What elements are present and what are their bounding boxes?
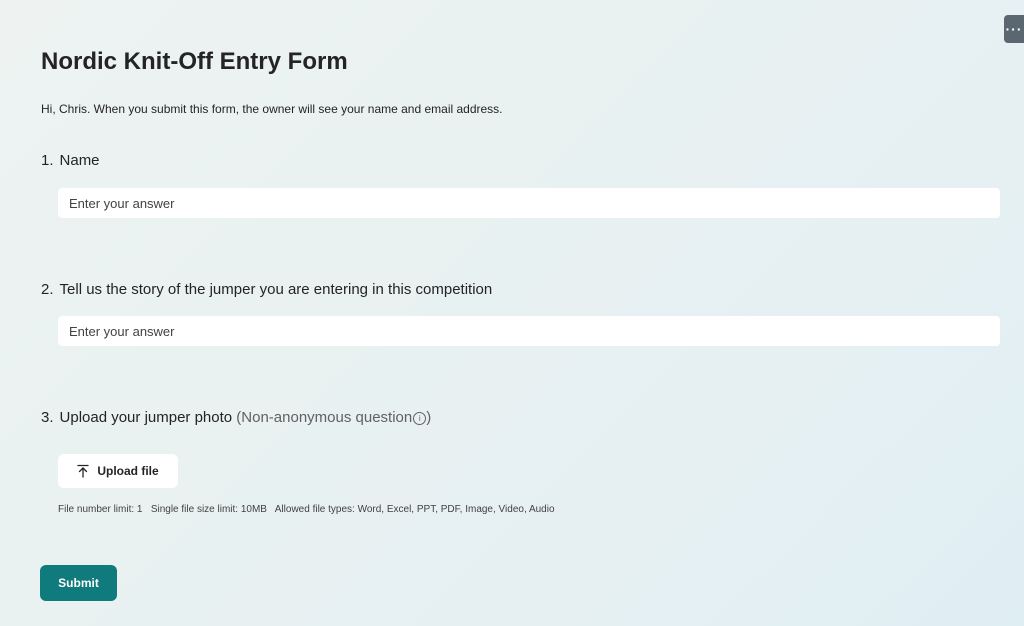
upload-arrow-icon	[77, 464, 89, 478]
file-size-limit: Single file size limit: 10MB	[150, 504, 267, 515]
submit-label: Submit	[58, 576, 99, 590]
question-number: 1.	[41, 152, 54, 169]
question-label: Upload your jumper photo	[59, 409, 233, 426]
upload-limits-text: File number limit: 1 Single file size li…	[58, 504, 555, 515]
question-1-title: 1. Name	[41, 152, 100, 169]
upload-file-button[interactable]: Upload file	[58, 454, 178, 488]
more-options-button[interactable]: ···	[1004, 15, 1024, 43]
question-label: Tell us the story of the jumper you are …	[59, 281, 493, 298]
submit-button[interactable]: Submit	[40, 565, 117, 601]
non-anonymous-note: (Non-anonymous question i)	[232, 409, 432, 426]
question-3-title: 3. Upload your jumper photo (Non-anonymou…	[41, 409, 431, 426]
form-title: Nordic Knit-Off Entry Form	[41, 48, 348, 75]
more-horizontal-icon: ···	[1005, 21, 1023, 37]
question-number: 3.	[41, 409, 54, 426]
form-page: ··· Nordic Knit-Off Entry Form Hi, Chris…	[0, 0, 1024, 626]
allowed-file-types: Allowed file types: Word, Excel, PPT, PD…	[274, 504, 555, 515]
question-2-title: 2. Tell us the story of the jumper you ar…	[41, 281, 492, 298]
info-icon[interactable]: i	[413, 412, 427, 425]
upload-file-label: Upload file	[97, 464, 159, 478]
name-answer-input[interactable]	[58, 188, 1000, 218]
file-number-limit: File number limit: 1	[58, 504, 143, 515]
form-intro-text: Hi, Chris. When you submit this form, th…	[41, 102, 503, 116]
story-answer-input[interactable]	[58, 316, 1000, 346]
question-label: Name	[59, 152, 100, 169]
question-number: 2.	[41, 281, 54, 298]
